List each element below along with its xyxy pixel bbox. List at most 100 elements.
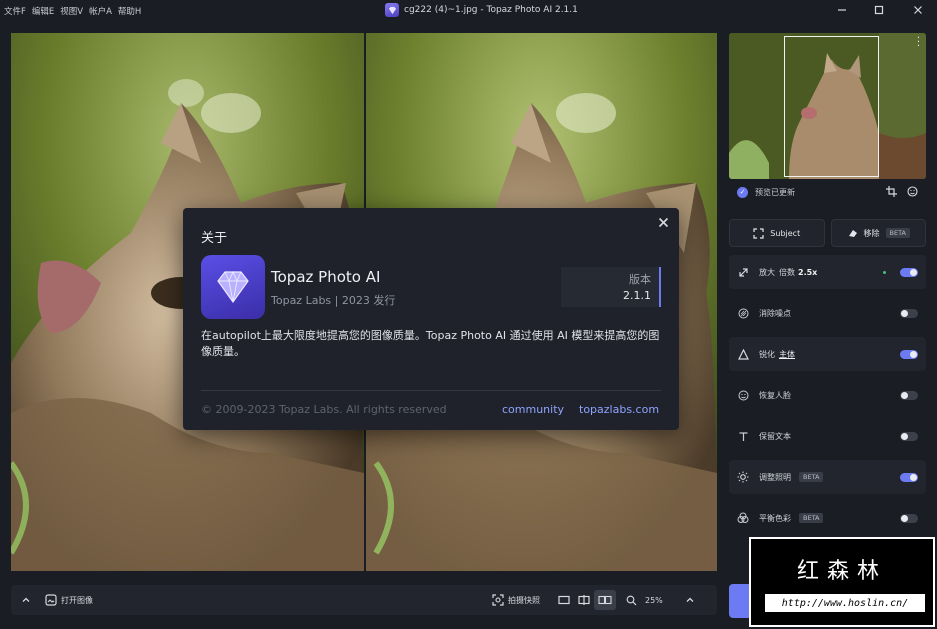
menu-edit[interactable]: 编辑E — [32, 5, 60, 17]
menu-file[interactable]: 文件F — [4, 5, 32, 17]
website-link[interactable]: topazlabs.com — [579, 403, 659, 416]
diamond-icon — [217, 270, 249, 304]
beta-badge: BETA — [885, 228, 910, 238]
maximize-icon[interactable] — [869, 2, 889, 18]
color-balance-icon — [737, 512, 749, 524]
bottom-toolbar: 打开图像 拍摄快照 25% — [11, 585, 717, 615]
remove-button[interactable]: 移除 BETA — [830, 219, 926, 247]
zoom-control[interactable]: 25% — [622, 590, 667, 610]
feature-balance-color-label: 平衡色彩 — [759, 513, 791, 523]
version-number: 2.1.1 — [623, 289, 651, 302]
sharpen-toggle[interactable] — [900, 349, 918, 359]
feature-sharpen-label: 锐化 — [759, 349, 775, 359]
watermark: 红森林 http://www.hoslin.cn/ — [749, 537, 935, 627]
app-logo-icon — [385, 3, 399, 17]
feature-adjust-lighting[interactable]: 调整照明 BETA — [729, 460, 926, 494]
status-dot — [883, 270, 886, 274]
select-subject-icon — [753, 227, 764, 239]
subject-remove-row: Subject 移除 BETA — [729, 219, 926, 247]
community-link[interactable]: community — [502, 403, 564, 416]
image-icon — [45, 594, 57, 606]
view-split-button[interactable] — [574, 590, 594, 610]
app-window: 文件F 编辑E 视图V 帐户A 帮助H cg222 (4)~1.jpg - To… — [0, 0, 937, 629]
denoise-icon — [737, 307, 749, 319]
single-view-icon — [558, 595, 570, 605]
expand-panel-button[interactable] — [17, 590, 35, 610]
window-title: cg222 (4)~1.jpg - Topaz Photo AI 2.1.1 — [385, 3, 578, 17]
eraser-icon — [848, 229, 857, 237]
upscale-toggle[interactable] — [900, 267, 918, 277]
publisher-text: Topaz Labs | 2023 发行 — [271, 294, 396, 307]
snapshot-button[interactable]: 拍摄快照 — [488, 590, 544, 610]
side-by-side-icon — [598, 595, 612, 605]
feature-sharpen[interactable]: 锐化 主体 — [729, 337, 926, 371]
upscale-icon — [737, 266, 749, 278]
dialog-title: 关于 — [201, 231, 228, 246]
zoom-level: 25% — [645, 595, 663, 605]
menu-view[interactable]: 视图V — [60, 5, 89, 17]
dialog-description: 在autopilot上最大限度地提高您的图像质量。Topaz Photo AI … — [201, 329, 660, 358]
view-single-button[interactable] — [554, 590, 574, 610]
zoom-icon — [626, 595, 637, 605]
close-window-icon[interactable] — [908, 2, 928, 18]
remove-label: 移除 — [863, 228, 880, 238]
adjust-lighting-toggle[interactable] — [900, 472, 918, 482]
minimize-icon[interactable] — [832, 2, 852, 18]
copyright-text: © 2009-2023 Topaz Labs. All rights reser… — [201, 403, 447, 416]
version-label: 版本 — [629, 273, 651, 286]
denoise-toggle[interactable] — [900, 308, 918, 318]
sun-icon — [737, 471, 749, 483]
export-button-fragment[interactable] — [729, 584, 749, 618]
subject-button[interactable]: Subject — [729, 219, 825, 247]
feature-denoise[interactable]: 消除噪点 — [729, 296, 926, 330]
face-recovery-icon — [737, 389, 749, 401]
feature-balance-color[interactable]: 平衡色彩 BETA — [729, 501, 926, 535]
version-box: 版本 2.1.1 — [561, 267, 661, 307]
chevron-up-icon — [22, 597, 30, 602]
preserve-text-toggle[interactable] — [900, 431, 918, 441]
split-view-icon — [578, 595, 590, 605]
navigator-thumbnail[interactable]: · · · — [729, 33, 926, 179]
feature-preserve-text-label: 保留文本 — [759, 431, 791, 441]
menu-help[interactable]: 帮助H — [118, 5, 147, 17]
text-icon — [737, 430, 749, 442]
title-bar: 文件F 编辑E 视图V 帐户A 帮助H cg222 (4)~1.jpg - To… — [0, 0, 937, 22]
preview-status-text: 预览已更新 — [755, 187, 795, 197]
check-circle-icon: ✓ — [737, 186, 748, 198]
chevron-up-icon — [686, 597, 694, 602]
face-icon[interactable] — [907, 185, 918, 199]
feature-face-recovery[interactable]: 恢复人脸 — [729, 378, 926, 412]
crop-icon[interactable] — [886, 185, 897, 199]
viewport-rectangle[interactable] — [784, 36, 879, 177]
window-title-text: cg222 (4)~1.jpg - Topaz Photo AI 2.1.1 — [404, 5, 578, 15]
snapshot-icon — [492, 594, 504, 606]
menu-account[interactable]: 帐户A — [89, 5, 118, 17]
beta-badge: BETA — [799, 513, 824, 523]
about-dialog: 关于 Topaz Photo AI Topaz Labs | 2023 发行 版… — [183, 208, 679, 430]
dialog-divider — [201, 390, 661, 391]
zoom-menu-button[interactable] — [681, 590, 699, 610]
close-icon[interactable] — [658, 216, 669, 232]
balance-color-toggle[interactable] — [900, 513, 918, 523]
watermark-text: 红森林 — [796, 559, 887, 584]
feature-upscale[interactable]: 放大 倍数 2.5x — [729, 255, 926, 289]
sharpen-icon — [737, 348, 749, 360]
app-name: Topaz Photo AI — [271, 268, 381, 286]
more-options-icon[interactable]: · · · — [917, 34, 920, 52]
snapshot-label: 拍摄快照 — [508, 595, 540, 605]
feature-adjust-lighting-label: 调整照明 — [759, 472, 791, 482]
open-image-button[interactable]: 打开图像 — [41, 590, 97, 610]
feature-face-recovery-label: 恢复人脸 — [759, 390, 791, 400]
feature-upscale-label: 放大 — [759, 267, 775, 277]
view-side-by-side-button[interactable] — [594, 590, 616, 610]
beta-badge: BETA — [799, 472, 824, 482]
feature-upscale-value: 2.5x — [798, 267, 818, 277]
subject-label: Subject — [770, 228, 801, 238]
preview-status-row: ✓ 预览已更新 — [729, 179, 926, 205]
feature-upscale-extra: 倍数 — [779, 267, 795, 277]
feature-sharpen-extra[interactable]: 主体 — [779, 349, 795, 360]
open-image-label: 打开图像 — [61, 595, 93, 605]
watermark-url: http://www.hoslin.cn/ — [765, 594, 925, 612]
face-recovery-toggle[interactable] — [900, 390, 918, 400]
feature-preserve-text[interactable]: 保留文本 — [729, 419, 926, 453]
